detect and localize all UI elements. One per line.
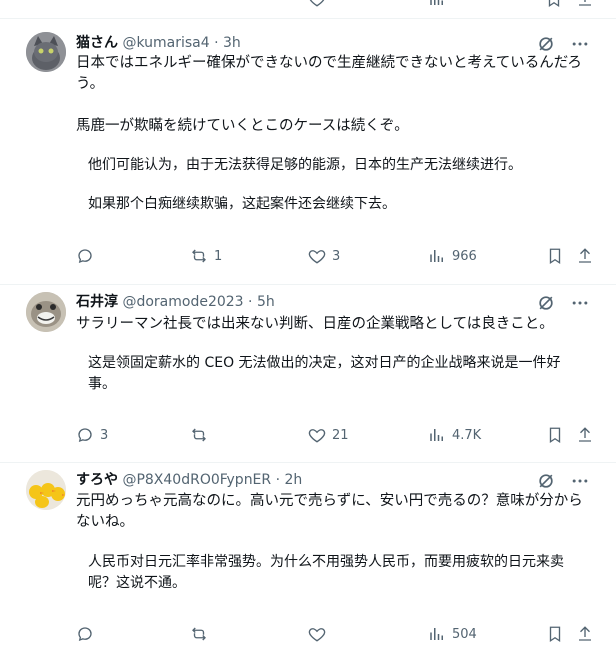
like-button[interactable]: 21	[308, 426, 349, 444]
share-button[interactable]	[576, 247, 594, 265]
share-button[interactable]	[576, 426, 594, 444]
like-icon	[308, 429, 326, 443]
bookmark-button[interactable]	[546, 247, 564, 265]
translation-text: 他们可能认为，由于无法获得足够的能源，日本的生产无法继续进行。	[88, 157, 522, 173]
avatar[interactable]	[26, 32, 66, 72]
user-handle[interactable]: @kumarisa4	[122, 35, 209, 51]
views-icon	[430, 250, 443, 262]
like-button[interactable]	[308, 625, 332, 643]
reply-icon	[78, 428, 92, 443]
tweet-header-icons	[536, 471, 590, 491]
tweet-header: 猫さん @kumarisa4 · 3h	[76, 34, 241, 52]
reply-button[interactable]	[76, 247, 100, 265]
tweet-actions: 1 3 966	[76, 247, 596, 269]
more-icon[interactable]	[570, 34, 590, 54]
separator-dot: ·	[214, 35, 219, 51]
repost-icon	[192, 428, 206, 442]
repost-icon	[192, 249, 206, 263]
repost-button[interactable]: 1	[190, 247, 222, 265]
views-count: 4.7K	[452, 427, 482, 443]
repost-icon	[192, 627, 206, 641]
like-button[interactable]: 3	[308, 247, 340, 265]
views-button[interactable]: 966	[428, 247, 477, 265]
tweet-actions: 3 21 4.7K	[76, 426, 596, 448]
translation-text: 这是领固定薪水的 CEO 无法做出的决定，这对日产的企业战略来说是一件好事。	[88, 355, 561, 392]
user-handle[interactable]: @doramode2023	[122, 294, 243, 310]
share-icon	[579, 626, 591, 641]
share-icon	[579, 248, 591, 263]
tweet-text: サラリーマン社長では出来ない判断、日産の企業戦略としては良きこと。	[76, 316, 554, 332]
like-count: 21	[332, 427, 349, 443]
avatar[interactable]	[26, 470, 66, 510]
more-icon[interactable]	[570, 293, 590, 313]
translation-text: 人民币对日元汇率非常强势。为什么不用强势人民币，而要用疲软的日元来卖呢？这说不通…	[88, 554, 564, 591]
grok-icon[interactable]	[536, 34, 556, 54]
divider	[0, 462, 616, 463]
bookmark-button[interactable]	[546, 625, 564, 643]
divider	[0, 284, 616, 285]
display-name[interactable]: 猫さん	[76, 35, 118, 51]
separator-dot: ·	[275, 472, 281, 488]
timestamp[interactable]: 3h	[223, 35, 241, 51]
repost-button[interactable]	[190, 426, 214, 444]
display-name[interactable]: すろや	[76, 472, 118, 488]
tweet-header-icons	[536, 293, 590, 313]
avatar[interactable]	[26, 292, 66, 332]
separator-dot: ·	[248, 294, 253, 310]
grok-icon[interactable]	[536, 293, 556, 313]
views-count: 966	[452, 248, 477, 264]
share-button[interactable]	[576, 625, 594, 643]
views-count: 504	[452, 626, 477, 642]
tweet-text: 元円めっちゃ元高なのに。高い元で売らずに、安い円で売るの？意味が分からないね。	[76, 493, 583, 530]
translation-text-second-line: 如果那个白痴继续欺骗，这起案件还会继续下去。	[88, 196, 396, 212]
tweet-actions: 504	[76, 625, 596, 647]
bookmark-icon	[549, 248, 561, 265]
views-icon	[430, 628, 443, 640]
reply-count: 3	[100, 427, 109, 443]
tweet-text-second-line: 馬鹿一が欺瞞を続けていくとこのケースは続くぞ。	[76, 118, 409, 134]
views-icon	[430, 429, 443, 441]
like-icon	[308, 628, 326, 642]
reply-icon	[78, 249, 92, 264]
user-handle[interactable]: @P8X40dRO0FypnER	[122, 472, 271, 488]
tweet-text: 日本ではエネルギー確保ができないので生産継続できないと考えているんだろう。	[76, 55, 582, 92]
bookmark-icon	[549, 626, 561, 643]
share-icon	[579, 427, 591, 442]
more-icon[interactable]	[570, 471, 590, 491]
reply-button[interactable]	[76, 625, 100, 643]
tweet-header: 石井淳 @doramode2023 · 5h	[76, 293, 275, 311]
bookmark-icon	[549, 427, 561, 444]
tweet-header-icons	[536, 34, 590, 54]
like-count: 3	[332, 248, 341, 264]
timestamp[interactable]: 5h	[257, 294, 275, 310]
display-name[interactable]: 石井淳	[76, 294, 118, 310]
like-icon	[308, 250, 326, 264]
tweet-header: すろや @P8X40dRO0FypnER · 2h	[76, 471, 302, 489]
bookmark-button[interactable]	[546, 426, 564, 444]
views-button[interactable]: 4.7K	[428, 426, 481, 444]
timestamp[interactable]: 2h	[285, 472, 303, 488]
reply-button[interactable]: 3	[76, 426, 108, 444]
repost-button[interactable]	[190, 625, 214, 643]
views-button[interactable]: 504	[428, 625, 477, 643]
grok-icon[interactable]	[536, 471, 556, 491]
tweet-1[interactable]: 猫さん @kumarisa4 · 3h 日本ではエネルギー確保ができないので生産…	[0, 0, 616, 290]
repost-count: 1	[214, 248, 223, 264]
reply-icon	[78, 627, 92, 642]
